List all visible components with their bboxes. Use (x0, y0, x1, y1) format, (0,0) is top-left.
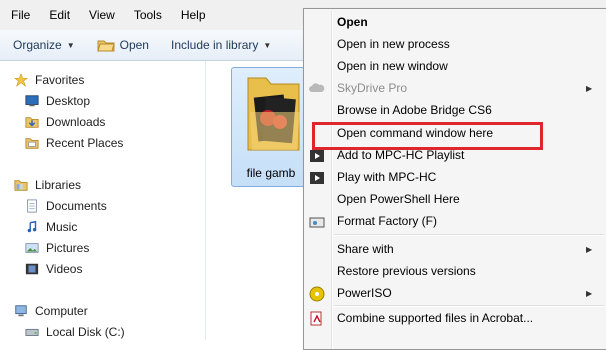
nav-local-disk[interactable]: Local Disk (C:) (24, 325, 125, 339)
include-label: Include in library (170, 38, 259, 52)
mpc-hc-icon (310, 172, 324, 184)
nav-downloads[interactable]: Downloads (24, 115, 105, 129)
nav-pictures[interactable]: Pictures (24, 241, 89, 255)
highlight-box (312, 122, 543, 150)
context-menu: Open Open in new process Open in new win… (303, 8, 606, 350)
include-in-library-button[interactable]: Include in library ▼ (158, 38, 280, 52)
menu-restore-previous-versions[interactable]: Restore previous versions (337, 264, 476, 278)
organize-label: Organize (13, 38, 62, 52)
nav-label: Favorites (35, 73, 85, 87)
menu-skydrive-pro[interactable]: SkyDrive Pro (337, 81, 407, 95)
nav-recent-places[interactable]: Recent Places (24, 136, 123, 150)
menu-separator (334, 234, 604, 236)
nav-label: Libraries (35, 178, 82, 192)
menu-share-with[interactable]: Share with (337, 242, 394, 256)
menu-file[interactable]: File (0, 8, 38, 22)
submenu-arrow-icon: ▶ (586, 84, 593, 93)
nav-label: Local Disk (C:) (46, 325, 125, 339)
star-icon (14, 73, 28, 87)
nav-desktop[interactable]: Desktop (24, 94, 90, 108)
folder-item[interactable]: file gamb (231, 67, 311, 187)
menu-add-mpc-playlist[interactable]: Add to MPC-HC Playlist (337, 148, 464, 162)
music-icon (27, 220, 37, 233)
nav-favorites[interactable]: Favorites (13, 73, 84, 87)
nav-label: Desktop (46, 94, 91, 108)
open-label: Open (119, 38, 149, 52)
mpc-hc-icon (310, 150, 324, 162)
nav-libraries[interactable]: Libraries (13, 178, 81, 192)
navigation-pane: Favorites Desktop Downloads Recent Place… (0, 61, 206, 340)
recent-places-icon (25, 138, 39, 149)
nav-label: Recent Places (46, 136, 124, 150)
pictures-icon (25, 243, 39, 253)
nav-label: Videos (46, 262, 83, 276)
submenu-arrow-icon: ▶ (586, 245, 593, 254)
menu-edit[interactable]: Edit (38, 8, 78, 22)
menu-gutter (331, 11, 333, 349)
folder-name: file gamb (246, 166, 296, 180)
menu-open-powershell[interactable]: Open PowerShell Here (337, 192, 460, 206)
menu-poweriso[interactable]: PowerISO (337, 286, 392, 300)
drive-icon (25, 328, 39, 336)
menu-browse-bridge[interactable]: Browse in Adobe Bridge CS6 (337, 103, 492, 117)
menu-help[interactable]: Help (170, 8, 214, 22)
folder-thumbnail-icon (247, 77, 300, 151)
nav-label: Downloads (46, 115, 106, 129)
submenu-arrow-icon: ▶ (586, 289, 593, 298)
menu-combine-acrobat[interactable]: Combine supported files in Acrobat... (337, 311, 533, 325)
menu-separator (334, 305, 604, 307)
nav-documents[interactable]: Documents (24, 199, 107, 213)
menu-format-factory[interactable]: Format Factory (F) (337, 214, 437, 228)
poweriso-icon (309, 286, 325, 302)
open-button[interactable]: Open (84, 38, 158, 52)
nav-label: Computer (35, 304, 88, 318)
documents-icon (27, 199, 37, 213)
videos-icon (25, 263, 39, 275)
format-factory-icon (309, 217, 325, 228)
nav-music[interactable]: Music (24, 220, 77, 234)
nav-computer[interactable]: Computer (13, 304, 88, 318)
computer-icon (15, 305, 27, 317)
chevron-down-icon: ▼ (66, 40, 75, 50)
nav-videos[interactable]: Videos (24, 262, 82, 276)
menu-tools[interactable]: Tools (123, 8, 170, 22)
nav-label: Music (46, 220, 78, 234)
chevron-down-icon: ▼ (263, 40, 272, 50)
nav-label: Pictures (46, 241, 90, 255)
menu-open-new-process[interactable]: Open in new process (337, 37, 450, 51)
acrobat-icon (310, 311, 322, 326)
menu-play-mpc[interactable]: Play with MPC-HC (337, 170, 436, 184)
menu-view[interactable]: View (78, 8, 123, 22)
nav-label: Documents (46, 199, 107, 213)
folder-open-icon (96, 40, 115, 52)
downloads-folder-icon (25, 117, 39, 128)
organize-button[interactable]: Organize ▼ (0, 38, 84, 52)
menu-open-new-window[interactable]: Open in new window (337, 59, 448, 73)
menu-open[interactable]: Open (337, 15, 368, 29)
skydrive-icon (309, 83, 325, 92)
libraries-icon (14, 180, 28, 191)
desktop-icon (25, 95, 39, 107)
